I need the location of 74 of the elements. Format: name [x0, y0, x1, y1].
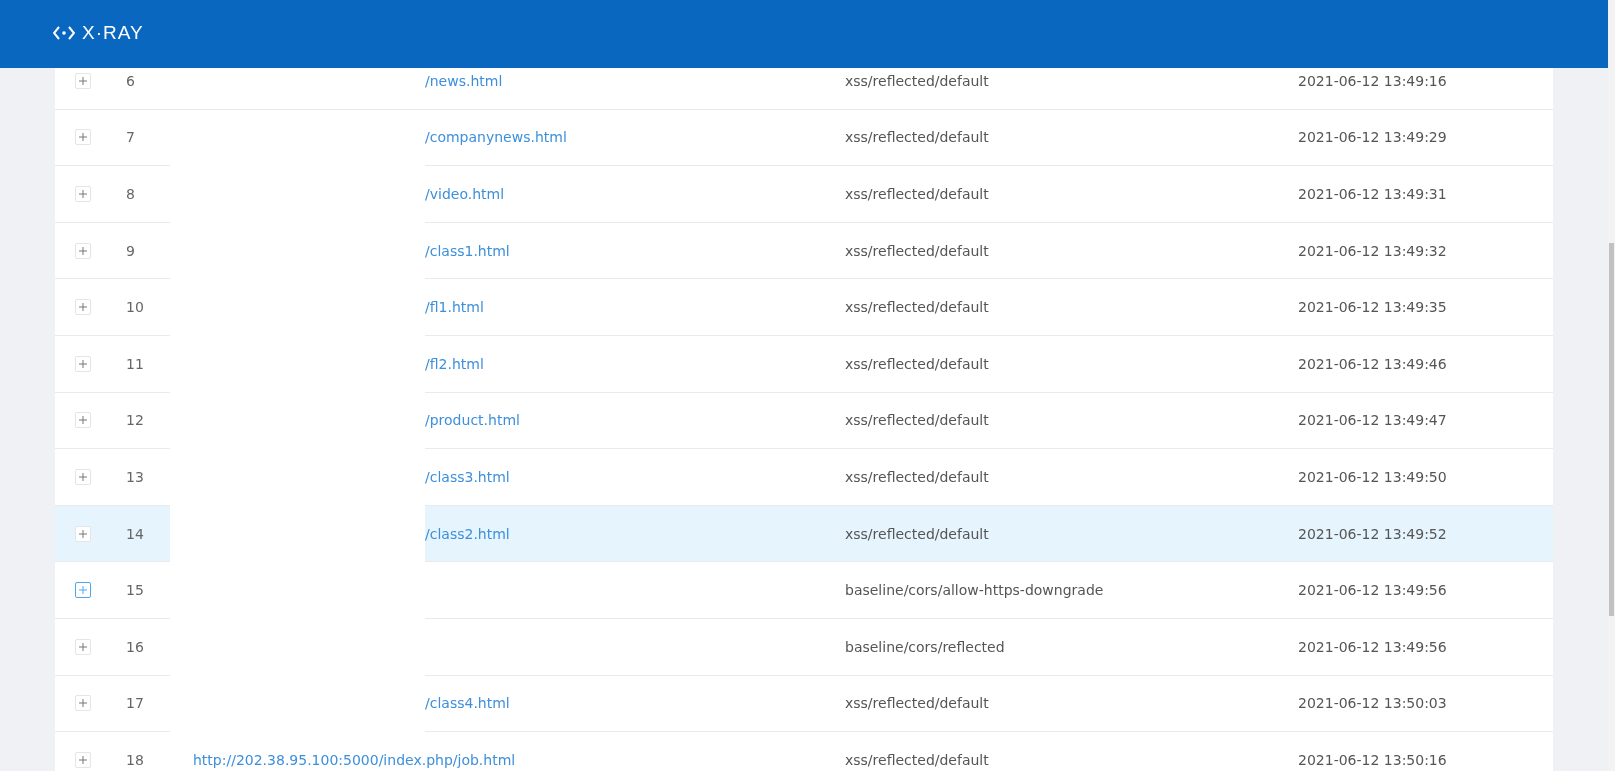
plus-icon	[78, 755, 87, 764]
code-brackets-icon	[53, 26, 75, 40]
plus-icon	[78, 586, 87, 595]
plus-icon	[78, 359, 87, 368]
url-link[interactable]: http://202.38.95.100:5000/index.php/job.html	[193, 751, 516, 768]
plus-icon	[78, 190, 87, 198]
row-number: 15	[126, 582, 144, 599]
table-row[interactable]: 16 baseline/cors/reflected 2021-06-12 13:49:56	[55, 618, 1553, 676]
timestamp: 2021-06-12 13:49:47	[1298, 412, 1447, 429]
plus-icon	[78, 699, 87, 708]
table-row[interactable]: 9 /class1.html xss/reflected/default 2021-06-12 13:49:32	[55, 222, 1553, 280]
vuln-type: xss/reflected/default	[845, 186, 989, 202]
scrollbar[interactable]	[1608, 0, 1615, 771]
row-number: 8	[126, 186, 135, 202]
timestamp: 2021-06-12 13:49:31	[1298, 186, 1447, 202]
table-row[interactable]: 18 http://202.38.95.100:5000/index.php/job.html xss/reflected/default 2021-06-12 13:50:16	[55, 732, 1553, 771]
table-row[interactable]: 7 /companynews.html xss/reflected/default 2021-06-12 13:49:29	[55, 109, 1553, 167]
plus-icon	[78, 77, 87, 85]
timestamp: 2021-06-12 13:49:35	[1298, 299, 1447, 316]
vuln-type: xss/reflected/default	[845, 242, 989, 259]
expand-button[interactable]	[74, 582, 91, 599]
logo-text: X·RAY	[82, 22, 144, 44]
row-number: 12	[126, 412, 144, 429]
url-link[interactable]: /video.html	[425, 186, 505, 202]
plus-icon	[78, 133, 87, 142]
row-number: 18	[126, 751, 144, 768]
vuln-type: xss/reflected/default	[845, 412, 989, 429]
vuln-type: baseline/cors/reflected	[845, 638, 1005, 655]
table-row[interactable]: 15 baseline/cors/allow-https-downgrade 2021-06-12 13:49:56	[55, 562, 1553, 619]
vuln-type: baseline/cors/allow-https-downgrade	[845, 582, 1104, 599]
timestamp: 2021-06-12 13:49:29	[1298, 129, 1447, 146]
timestamp: 2021-06-12 13:49:52	[1298, 525, 1447, 542]
vuln-type: xss/reflected/default	[845, 695, 989, 712]
row-number: 6	[126, 73, 135, 89]
vuln-type: xss/reflected/default	[845, 355, 989, 372]
row-number: 7	[126, 129, 135, 146]
vuln-type: xss/reflected/default	[845, 525, 989, 542]
url-link[interactable]: /class4.html	[425, 695, 510, 712]
url-link[interactable]: /class3.html	[425, 468, 510, 485]
timestamp: 2021-06-12 13:50:16	[1298, 751, 1447, 768]
timestamp: 2021-06-12 13:49:16	[1298, 73, 1447, 89]
table-row[interactable]: 10 /fl1.html xss/reflected/default 2021-06-12 13:49:35	[55, 279, 1553, 336]
row-number: 10	[126, 299, 144, 316]
row-number: 14	[126, 525, 144, 542]
url-link[interactable]: /class1.html	[425, 242, 510, 259]
vuln-type: xss/reflected/default	[845, 468, 989, 485]
timestamp: 2021-06-12 13:49:56	[1298, 582, 1447, 599]
row-number: 16	[126, 638, 144, 655]
plus-icon	[78, 416, 87, 425]
plus-icon	[78, 472, 87, 481]
plus-icon	[78, 642, 87, 651]
table-row[interactable]: 13 /class3.html xss/reflected/default 2021-06-12 13:49:50	[55, 449, 1553, 506]
vuln-type: xss/reflected/default	[845, 299, 989, 316]
plus-icon	[78, 246, 87, 255]
plus-icon	[78, 303, 87, 312]
timestamp: 2021-06-12 13:49:50	[1298, 468, 1447, 485]
table-row[interactable]: 11 /fl2.html xss/reflected/default 2021-06-12 13:49:46	[55, 335, 1553, 393]
url-link[interactable]: /fl1.html	[425, 299, 484, 316]
row-number: 13	[126, 468, 144, 485]
table-row[interactable]: 8 /video.html xss/reflected/default 2021-06-12 13:49:31	[55, 166, 1553, 223]
row-number: 11	[126, 355, 144, 372]
url-link[interactable]: /fl2.html	[425, 355, 484, 372]
timestamp: 2021-06-12 13:49:46	[1298, 355, 1447, 372]
timestamp: 2021-06-12 13:49:32	[1298, 242, 1447, 259]
timestamp: 2021-06-12 13:49:56	[1298, 638, 1447, 655]
vuln-type: xss/reflected/default	[845, 129, 989, 146]
row-number: 17	[126, 695, 144, 712]
vuln-type: xss/reflected/default	[845, 751, 989, 768]
timestamp: 2021-06-12 13:50:03	[1298, 695, 1447, 712]
plus-icon	[78, 529, 87, 538]
vuln-type: xss/reflected/default	[845, 73, 989, 89]
table-row[interactable]: 17 /class4.html xss/reflected/default 2021-06-12 13:50:03	[55, 675, 1553, 733]
url-link[interactable]: /companynews.html	[425, 129, 567, 146]
row-number: 9	[126, 242, 135, 259]
